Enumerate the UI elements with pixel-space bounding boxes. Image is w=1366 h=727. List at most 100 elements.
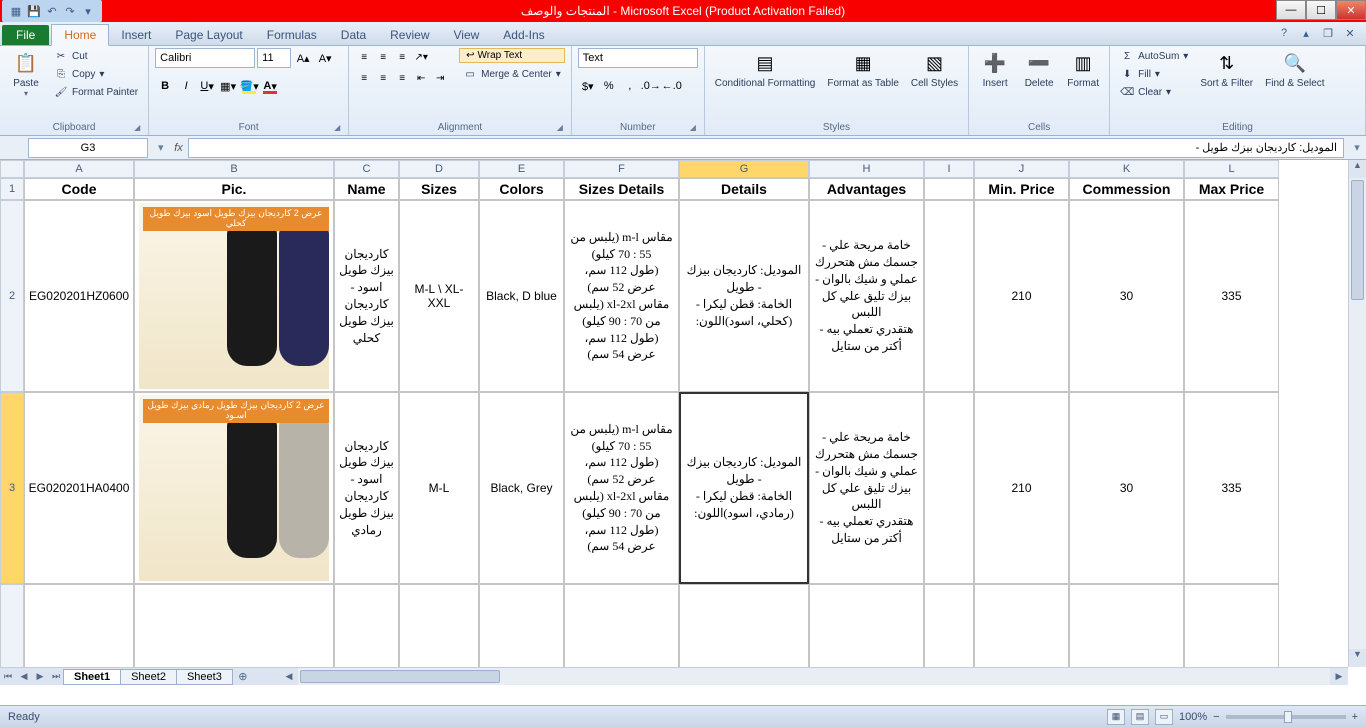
minimize-button[interactable]: — <box>1276 0 1306 20</box>
clear-button[interactable]: ⌫Clear ▾ <box>1116 84 1192 100</box>
shrink-font-icon[interactable]: A▾ <box>315 48 335 68</box>
cell-J2[interactable]: 210 <box>974 200 1069 392</box>
col-header-I[interactable]: I <box>924 160 974 178</box>
cell-H4[interactable] <box>809 584 924 667</box>
tab-formulas[interactable]: Formulas <box>255 25 329 45</box>
vscroll-thumb[interactable] <box>1351 180 1364 300</box>
tab-home[interactable]: Home <box>51 24 109 46</box>
header-cell-G[interactable]: Details <box>679 178 809 200</box>
expand-formula-icon[interactable]: ▾ <box>1348 141 1366 154</box>
underline-button[interactable]: U▾ <box>197 76 217 96</box>
row-header-4[interactable] <box>0 584 24 667</box>
view-layout-icon[interactable]: ▤ <box>1131 709 1149 725</box>
cell-C4[interactable] <box>334 584 399 667</box>
cell-F4[interactable] <box>564 584 679 667</box>
align-left-icon[interactable]: ≡ <box>355 69 373 87</box>
cell-A2[interactable]: EG020201HZ0600 <box>24 200 134 392</box>
redo-icon[interactable]: ↷ <box>62 3 78 19</box>
header-cell-C[interactable]: Name <box>334 178 399 200</box>
col-header-J[interactable]: J <box>974 160 1069 178</box>
close-workbook-icon[interactable]: ✕ <box>1342 25 1358 41</box>
scroll-down-icon[interactable]: ▼ <box>1349 649 1366 667</box>
tab-view[interactable]: View <box>442 25 492 45</box>
cell-G4[interactable] <box>679 584 809 667</box>
cell-styles-button[interactable]: ▧Cell Styles <box>907 48 962 91</box>
formula-input[interactable]: الموديل: كارديجان بيزك طويل - <box>188 138 1344 158</box>
view-normal-icon[interactable]: ▦ <box>1107 709 1125 725</box>
sheet-nav-last-icon[interactable]: ⏭ <box>48 671 64 682</box>
border-button[interactable]: ▦▾ <box>218 76 238 96</box>
col-header-D[interactable]: D <box>399 160 479 178</box>
zoom-in-icon[interactable]: + <box>1352 711 1358 723</box>
cell-L4[interactable] <box>1184 584 1279 667</box>
col-header-A[interactable]: A <box>24 160 134 178</box>
tab-insert[interactable]: Insert <box>109 25 163 45</box>
cell-G3[interactable]: الموديل: كارديجان بيزك - طويل الخامة: قط… <box>679 392 809 584</box>
fill-color-button[interactable]: 🪣▾ <box>239 76 259 96</box>
cell-F2[interactable]: مقاس m-l (يلبس من 55 : 70 كيلو) (طول 112… <box>564 200 679 392</box>
col-header-E[interactable]: E <box>479 160 564 178</box>
tab-data[interactable]: Data <box>329 25 378 45</box>
save-icon[interactable]: 💾 <box>26 3 42 19</box>
tab-review[interactable]: Review <box>378 25 441 45</box>
cell-I2[interactable] <box>924 200 974 392</box>
cell-E4[interactable] <box>479 584 564 667</box>
hscroll-thumb[interactable] <box>300 670 500 683</box>
col-header-F[interactable]: F <box>564 160 679 178</box>
view-pagebreak-icon[interactable]: ▭ <box>1155 709 1173 725</box>
scroll-right-icon[interactable]: ▶ <box>1330 668 1348 685</box>
cell-B4[interactable] <box>134 584 334 667</box>
bold-button[interactable]: B <box>155 76 175 96</box>
row-header-1[interactable]: 1 <box>0 178 24 200</box>
qat-customize-icon[interactable]: ▾ <box>80 3 96 19</box>
cell-D4[interactable] <box>399 584 479 667</box>
number-launcher[interactable]: ◢ <box>688 123 698 133</box>
inc-decimal-icon[interactable]: .0→ <box>641 76 661 96</box>
cell-pic-3[interactable]: عرض 2 كارديجان بيزك طويل رمادي بيزك طويل… <box>134 392 334 584</box>
new-sheet-icon[interactable]: ⊕ <box>233 670 253 683</box>
wrap-text-button[interactable]: ↩Wrap Text <box>459 48 565 63</box>
cell-E2[interactable]: Black, D blue <box>479 200 564 392</box>
row-header-2[interactable]: 2 <box>0 200 24 392</box>
font-name-select[interactable] <box>155 48 255 68</box>
cell-F3[interactable]: مقاس m-l (يلبس من 55 : 70 كيلو) (طول 112… <box>564 392 679 584</box>
col-header-G[interactable]: G <box>679 160 809 178</box>
comma-icon[interactable]: , <box>620 76 640 96</box>
fill-button[interactable]: ⬇Fill ▾ <box>1116 66 1192 82</box>
cell-I3[interactable] <box>924 392 974 584</box>
cell-K3[interactable]: 30 <box>1069 392 1184 584</box>
zoom-slider[interactable] <box>1226 715 1346 719</box>
header-cell-A[interactable]: Code <box>24 178 134 200</box>
cell-L2[interactable]: 335 <box>1184 200 1279 392</box>
cell-C3[interactable]: كارديجان بيزك طويل اسود - كارديجان بيزك … <box>334 392 399 584</box>
cut-button[interactable]: ✂Cut <box>50 48 142 64</box>
header-cell-D[interactable]: Sizes <box>399 178 479 200</box>
cell-E3[interactable]: Black, Grey <box>479 392 564 584</box>
font-size-select[interactable] <box>257 48 291 68</box>
sheet-nav-prev-icon[interactable]: ◀ <box>16 671 32 682</box>
cell-D2[interactable]: M-L \ XL-XXL <box>399 200 479 392</box>
file-tab[interactable]: File <box>2 25 49 45</box>
cell-A4[interactable] <box>24 584 134 667</box>
horizontal-scrollbar[interactable]: ◀ ▶ <box>280 667 1348 685</box>
dec-decimal-icon[interactable]: ←.0 <box>662 76 682 96</box>
col-header-H[interactable]: H <box>809 160 924 178</box>
merge-center-button[interactable]: ▭Merge & Center ▾ <box>459 66 565 82</box>
font-launcher[interactable]: ◢ <box>332 123 342 133</box>
header-cell-E[interactable]: Colors <box>479 178 564 200</box>
delete-cells-button[interactable]: ➖Delete <box>1019 48 1059 91</box>
col-header-B[interactable]: B <box>134 160 334 178</box>
header-cell-K[interactable]: Commession <box>1069 178 1184 200</box>
zoom-level[interactable]: 100% <box>1179 711 1207 723</box>
currency-icon[interactable]: $▾ <box>578 76 598 96</box>
maximize-button[interactable]: ☐ <box>1306 0 1336 20</box>
scroll-left-icon[interactable]: ◀ <box>280 668 298 685</box>
format-as-table-button[interactable]: ▦Format as Table <box>823 48 903 91</box>
tab-page-layout[interactable]: Page Layout <box>163 25 254 45</box>
header-cell-I[interactable] <box>924 178 974 200</box>
zoom-knob[interactable] <box>1284 711 1292 723</box>
scroll-up-icon[interactable]: ▲ <box>1349 160 1366 178</box>
header-cell-L[interactable]: Max Price <box>1184 178 1279 200</box>
header-cell-F[interactable]: Sizes Details <box>564 178 679 200</box>
select-all-corner[interactable] <box>0 160 24 178</box>
